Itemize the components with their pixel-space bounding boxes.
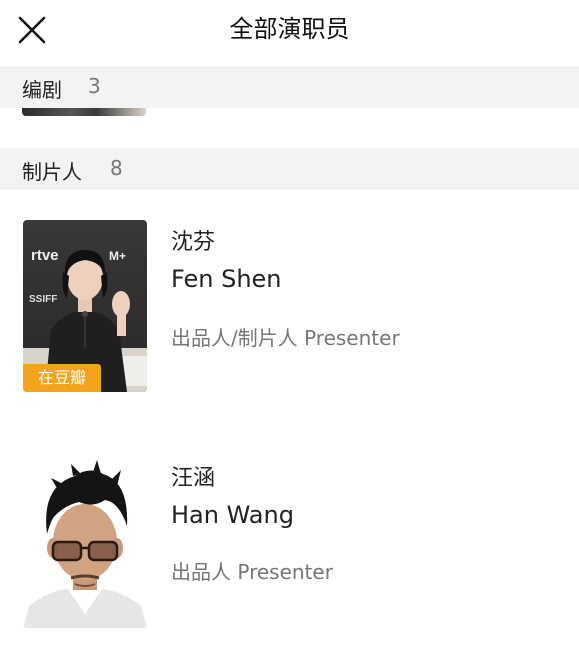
top-bar: 全部演职员 xyxy=(0,0,579,60)
section-count: 8 xyxy=(110,156,123,180)
person-name-en: Fen Shen xyxy=(171,265,282,293)
section-count: 3 xyxy=(88,74,101,98)
douban-badge: 在豆瓣 xyxy=(23,364,101,392)
person-role: 出品人 Presenter xyxy=(171,560,333,584)
page-title: 全部演职员 xyxy=(229,15,350,43)
section-title: 编剧 xyxy=(22,78,62,102)
person-name-cn: 汪涵 xyxy=(171,466,216,491)
person-name-en: Han Wang xyxy=(171,501,294,529)
person-photo[interactable]: rtve M+ SSIFF 在豆瓣 xyxy=(23,220,147,392)
section-header-producers: 制片人 8 xyxy=(0,148,579,190)
person-item[interactable]: 汪涵 Han Wang 出品人 Presenter xyxy=(0,456,579,652)
person-photo[interactable] xyxy=(23,456,147,628)
person-role: 出品人/制片人 Presenter xyxy=(171,326,400,350)
rtve-logo-text: rtve xyxy=(31,247,59,264)
person-name-cn: 沈芬 xyxy=(171,230,216,255)
m-plus-logo-text: M+ xyxy=(109,249,126,263)
person-photo-partial[interactable] xyxy=(22,108,146,116)
ssiff-logo-text: SSIFF xyxy=(29,294,57,305)
person-item[interactable]: rtve M+ SSIFF 在豆瓣 沈芬 Fen Shen 出品人/制片人 Pr… xyxy=(0,220,579,420)
previous-list-peek xyxy=(0,108,579,148)
section-title: 制片人 xyxy=(22,160,82,184)
section-header-writers: 编剧 3 xyxy=(0,66,579,108)
han-wang-photo xyxy=(23,456,147,628)
